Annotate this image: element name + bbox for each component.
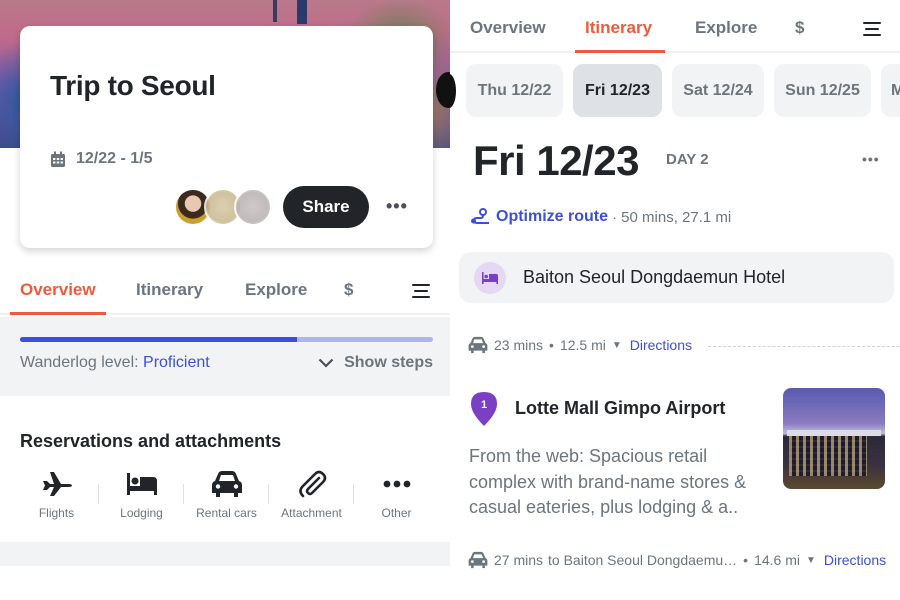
reservation-label: Rental cars: [196, 506, 257, 520]
lodging-name: Baiton Seoul Dongdaemun Hotel: [523, 267, 786, 287]
day-more-options-icon[interactable]: •••: [862, 151, 880, 167]
tab-explore[interactable]: Explore: [245, 280, 307, 300]
car-icon: [211, 471, 242, 497]
place-name[interactable]: Lotte Mall Gimpo Airport: [515, 398, 725, 419]
reservation-other[interactable]: Other: [354, 468, 439, 520]
map-pin-icon: 1: [471, 392, 497, 426]
level-value[interactable]: Proficient: [143, 354, 210, 371]
show-steps-button[interactable]: Show steps: [318, 354, 433, 372]
optimize-route-row: Optimize route · 50 mins, 27.1 mi: [470, 208, 731, 226]
car-icon: [468, 336, 488, 354]
trip-header-card: Trip to Seoul 12/22 - 1/5 Share •••: [20, 26, 433, 248]
section-divider: [0, 542, 450, 566]
cover-edge-dot: [436, 72, 450, 108]
wanderlog-level-section: Wanderlog level: Proficient Show steps: [0, 317, 450, 396]
itinerary-tab-bar: Overview Itinerary Explore $: [450, 0, 900, 53]
reservation-lodging[interactable]: Lodging: [99, 468, 184, 520]
reservation-attachment[interactable]: Attachment: [269, 468, 354, 520]
chevron-down-icon: [318, 358, 334, 368]
reservation-label: Lodging: [120, 506, 163, 520]
place-photo[interactable]: [783, 388, 885, 489]
hamburger-icon[interactable]: [412, 284, 430, 298]
dashed-divider: [708, 346, 900, 347]
paperclip-icon: [298, 470, 326, 498]
tab-explore[interactable]: Explore: [695, 18, 757, 38]
active-tab-indicator: [575, 50, 665, 53]
collaborator-avatars[interactable]: [174, 188, 272, 226]
reservation-label: Flights: [38, 506, 75, 520]
reservations-title: Reservations and attachments: [20, 431, 282, 451]
reservation-label: Attachment: [281, 506, 342, 520]
next-section-card: [0, 566, 450, 600]
travel-segment: 23 mins • 12.5 mi ▼ Directions: [468, 336, 692, 354]
travel-duration: 23 mins: [494, 337, 544, 353]
scroll-edge-marker: [450, 74, 456, 108]
tab-itinerary[interactable]: Itinerary: [136, 280, 203, 300]
photo-detail: [789, 436, 867, 476]
directions-link[interactable]: Directions: [824, 552, 886, 568]
day-chip[interactable]: M: [881, 64, 900, 117]
caret-down-icon[interactable]: ▼: [806, 555, 816, 566]
trip-dates-text: 12/22 - 1/5: [76, 150, 153, 167]
tab-budget[interactable]: $: [795, 18, 804, 38]
lodging-badge: [474, 261, 506, 294]
bed-icon: [482, 271, 498, 284]
reservation-flights[interactable]: Flights: [14, 468, 99, 520]
separator-dot: •: [743, 552, 749, 568]
day-chip[interactable]: Fri 12/23: [573, 64, 662, 117]
hamburger-icon[interactable]: [863, 22, 881, 36]
travel-distance: 14.6 mi: [754, 552, 800, 568]
share-button[interactable]: Share: [283, 186, 369, 228]
active-tab-indicator: [10, 312, 106, 315]
lodging-row[interactable]: Baiton Seoul Dongdaemun Hotel: [459, 252, 894, 303]
trip-title[interactable]: Trip to Seoul: [50, 70, 216, 102]
show-steps-label: Show steps: [344, 354, 433, 371]
cover-tower-detail: [273, 0, 277, 22]
car-icon: [468, 551, 488, 569]
optimize-route-link[interactable]: Optimize route: [496, 208, 608, 226]
travel-distance: 12.5 mi: [559, 337, 606, 353]
day-chip[interactable]: Sun 12/25: [774, 64, 871, 117]
tab-overview[interactable]: Overview: [20, 280, 96, 300]
travel-segment: 27 mins to Baiton Seoul Dongdaemu… • 14.…: [468, 551, 886, 569]
directions-link[interactable]: Directions: [630, 337, 692, 353]
place-description: From the web: Spacious retail complex wi…: [469, 446, 747, 517]
more-icon: [383, 480, 410, 488]
bed-icon: [126, 473, 157, 495]
day-chip[interactable]: Sat 12/24: [672, 64, 764, 117]
calendar-icon: [50, 151, 66, 168]
day-selector: Thu 12/22 Fri 12/23 Sat 12/24 Sun 12/25 …: [466, 64, 900, 117]
itinerary-panel: Overview Itinerary Explore $ Thu 12/22 F…: [450, 0, 900, 600]
day-number-label: DAY 2: [666, 151, 709, 168]
overview-panel: Trip to Seoul 12/22 - 1/5 Share ••• Over…: [0, 0, 450, 600]
reservation-type-list: Flights Lodging Rental cars Attachment O…: [14, 468, 439, 520]
separator-dot: •: [549, 337, 554, 353]
level-progress-bar: [20, 337, 433, 342]
day-chip[interactable]: Thu 12/22: [466, 64, 563, 117]
cover-tower-detail: [297, 0, 307, 24]
caret-down-icon[interactable]: ▼: [612, 340, 622, 351]
reservation-rental-cars[interactable]: Rental cars: [184, 468, 269, 520]
overview-tab-bar: Overview Itinerary Explore $: [0, 268, 450, 315]
more-options-icon[interactable]: •••: [386, 196, 408, 217]
reservation-label: Other: [381, 506, 412, 520]
reservations-section: Reservations and attachments Flights Lod…: [0, 396, 450, 542]
trip-dates[interactable]: 12/22 - 1/5: [50, 150, 153, 168]
avatar[interactable]: [234, 188, 272, 226]
travel-destination: to Baiton Seoul Dongdaemu…: [548, 552, 738, 568]
pin-number: 1: [481, 399, 487, 411]
level-label: Wanderlog level:: [20, 354, 144, 371]
tab-itinerary[interactable]: Itinerary: [585, 18, 652, 38]
tab-overview[interactable]: Overview: [470, 18, 546, 38]
day-title[interactable]: Fri 12/23: [473, 137, 639, 185]
tab-budget[interactable]: $: [344, 280, 353, 300]
airplane-icon: [42, 472, 72, 496]
route-icon[interactable]: [470, 208, 490, 226]
route-summary: · 50 mins, 27.1 mi: [612, 208, 732, 226]
level-text: Wanderlog level: Proficient: [20, 354, 210, 372]
level-progress-fill: [20, 337, 297, 342]
travel-duration: 27 mins: [494, 552, 544, 568]
